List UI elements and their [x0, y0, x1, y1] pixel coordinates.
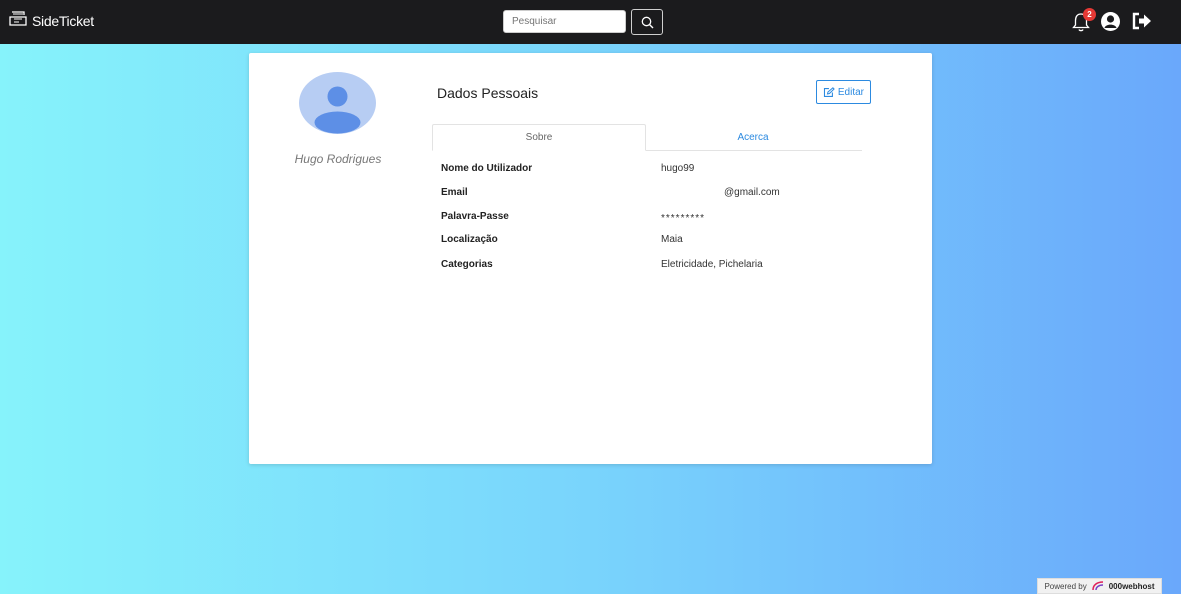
avatar — [299, 72, 376, 134]
hosting-footer[interactable]: Powered by 000webhost — [1037, 578, 1162, 594]
search-input[interactable] — [503, 10, 626, 33]
tab-acerca[interactable]: Acerca — [646, 124, 860, 150]
location-label: Localização — [441, 234, 498, 245]
password-value: ********* — [661, 213, 706, 224]
email-value: @gmail.com — [724, 187, 780, 198]
search-icon — [641, 16, 653, 28]
tab-sobre[interactable]: Sobre — [432, 124, 646, 151]
host-name: 000webhost — [1108, 581, 1155, 591]
email-label: Email — [441, 187, 468, 198]
notification-badge: 2 — [1083, 8, 1096, 21]
edit-button[interactable]: Editar — [816, 80, 871, 104]
search-button[interactable] — [631, 9, 663, 35]
profile-card: Hugo Rodrigues Dados Pessoais Editar Sob… — [249, 53, 932, 464]
user-avatar-icon — [299, 72, 376, 134]
location-value: Maia — [661, 234, 683, 245]
top-navbar: SideTicket 2 — [0, 0, 1181, 44]
brand-link[interactable]: SideTicket — [8, 9, 94, 33]
powered-by-text: Powered by — [1044, 581, 1087, 591]
section-title: Dados Pessoais — [437, 85, 539, 101]
username-value: hugo99 — [661, 163, 695, 174]
logout-button[interactable] — [1131, 11, 1153, 33]
profile-button[interactable] — [1100, 11, 1122, 33]
password-label: Palavra-Passe — [441, 211, 509, 222]
username-label: Nome do Utilizador — [441, 163, 533, 174]
sign-out-icon — [1132, 12, 1151, 30]
edit-icon — [823, 86, 835, 97]
brand-name: SideTicket — [32, 13, 94, 29]
categories-label: Categorias — [441, 259, 493, 270]
edit-label: Editar — [837, 86, 864, 98]
categories-value: Eletricidade, Pichelaria — [661, 259, 763, 270]
profile-tabs: Sobre Acerca — [432, 124, 862, 151]
webhost-logo-icon — [1091, 581, 1103, 591]
profile-name: Hugo Rodrigues — [294, 152, 382, 166]
ticket-logo-icon — [8, 10, 28, 33]
user-circle-icon — [1101, 12, 1120, 31]
